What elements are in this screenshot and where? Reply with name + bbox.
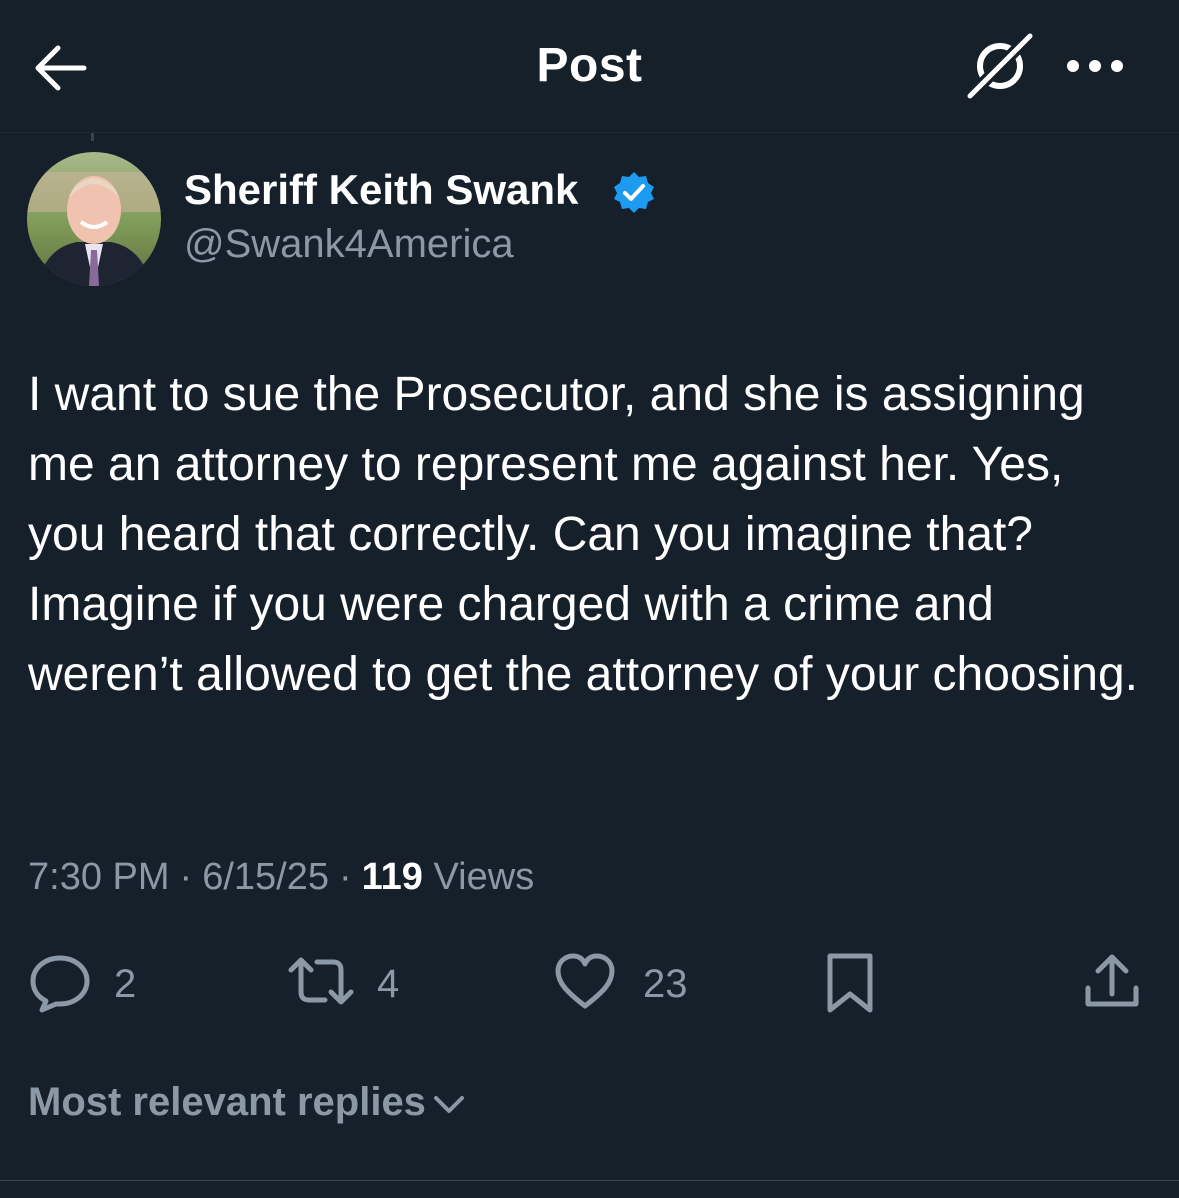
repost-button[interactable]: 4 [285,950,415,1020]
bookmark-button[interactable] [822,950,882,1020]
views-count: 119 [361,856,423,898]
heart-icon [555,953,615,1009]
reply-icon [30,955,90,1013]
replies-sort-dropdown[interactable]: Most relevant replies [28,1080,466,1125]
grok-button[interactable] [960,30,1040,102]
share-button[interactable] [1080,950,1146,1020]
post-date[interactable]: 6/15/25 [202,856,329,898]
post-text: I want to sue the Prosecutor, and she is… [28,368,1138,701]
divider [0,1180,1179,1181]
grok-icon [964,30,1036,102]
views-label: Views [433,856,535,898]
like-count: 23 [643,962,688,1006]
author-name[interactable]: Sheriff Keith Swank [184,166,578,214]
repost-count: 4 [377,962,400,1006]
thread-connector [91,133,94,141]
more-button[interactable] [1055,42,1135,90]
share-icon [1085,954,1139,1007]
post-metadata: 7:30 PM · 6/15/25 · 119 Views [28,856,534,899]
author-handle[interactable]: @Swank4America [184,222,514,267]
post-time[interactable]: 7:30 PM [28,856,170,898]
like-button[interactable]: 23 [553,950,703,1020]
reply-button[interactable]: 2 [28,950,148,1020]
more-horizontal-icon [1067,60,1123,72]
separator-dot: · [179,856,193,898]
reply-count: 2 [114,962,137,1006]
top-bar: Post [0,0,1179,133]
avatar[interactable] [27,152,161,286]
verified-badge-icon [612,170,656,214]
chevron-down-icon [433,1096,464,1114]
repost-icon [288,957,354,1005]
replies-sort-label: Most relevant replies [28,1080,426,1124]
separator-dot: · [338,856,352,898]
bookmark-icon [827,953,873,1013]
